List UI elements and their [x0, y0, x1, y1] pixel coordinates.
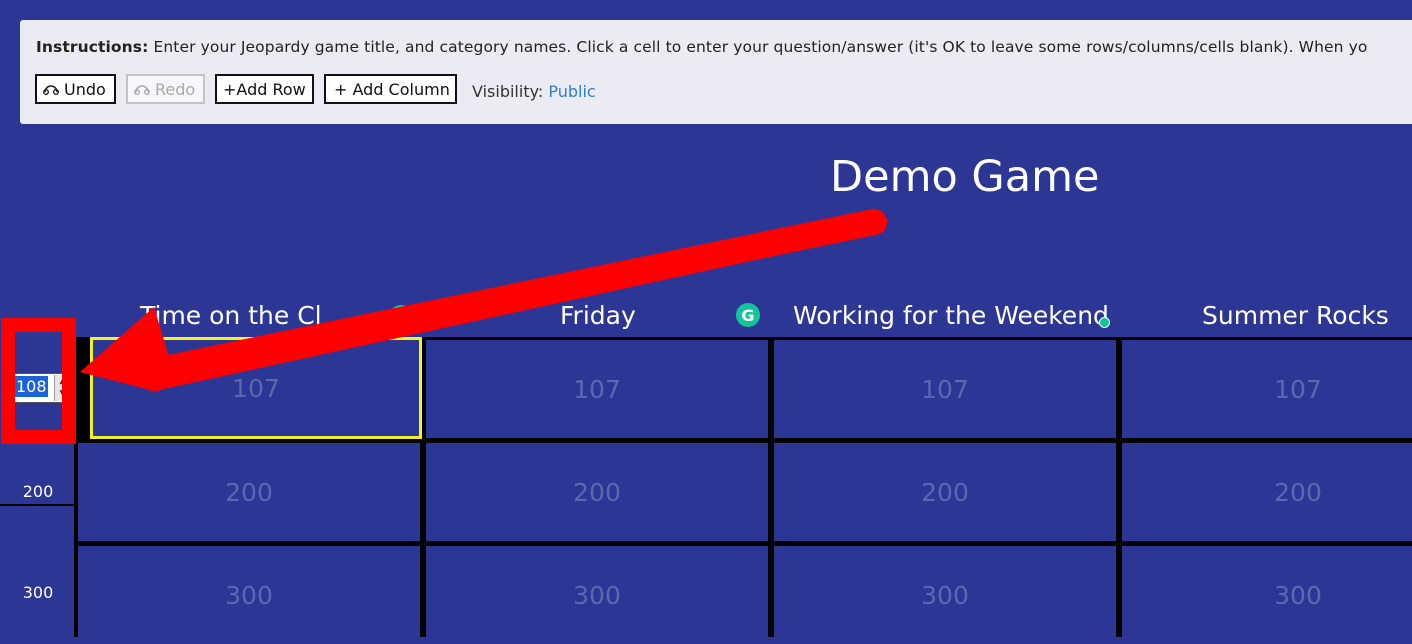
board-cell[interactable]: 300	[426, 546, 768, 644]
row-label[interactable]: 300	[0, 583, 76, 602]
game-board: 107 107 107 107 200 200 200 200 300 300 …	[74, 337, 1412, 644]
board-cell[interactable]: 107	[774, 340, 1116, 438]
board-cell[interactable]: 200	[78, 443, 420, 541]
category-header-4[interactable]: Summer Rocks	[1202, 301, 1389, 330]
spinner-down-icon[interactable]: ▼	[55, 388, 71, 401]
row-label[interactable]: 200	[0, 482, 76, 501]
board-cell[interactable]: 200	[774, 443, 1116, 541]
redo-label: Redo	[155, 79, 196, 99]
game-title[interactable]: Demo Game	[830, 152, 1099, 202]
board-cell[interactable]: 300	[1122, 546, 1412, 644]
board-cell[interactable]: 300	[78, 546, 420, 644]
add-row-button[interactable]: +Add Row	[215, 74, 314, 104]
instructions-label: Instructions:	[36, 38, 149, 56]
visibility-setting: Visibility: Public	[472, 82, 596, 101]
add-column-button[interactable]: + Add Column	[324, 74, 457, 104]
undo-button[interactable]: Undo	[35, 74, 116, 104]
instructions-text: Instructions: Enter your Jeopardy game t…	[36, 38, 1367, 56]
toolbar-panel: Instructions: Enter your Jeopardy game t…	[20, 20, 1412, 124]
board-cell[interactable]: 200	[426, 443, 768, 541]
board-cell[interactable]: 300	[774, 546, 1116, 644]
number-spinner[interactable]: ▲ ▼	[54, 375, 71, 401]
board-cell[interactable]: 200	[1122, 443, 1412, 541]
grammarly-icon[interactable]: G	[736, 303, 760, 327]
instructions-body: Enter your Jeopardy game title, and cate…	[153, 38, 1368, 56]
add-row-label: +Add Row	[223, 79, 306, 99]
row-divider	[0, 504, 76, 506]
visibility-link[interactable]: Public	[548, 82, 595, 101]
redo-icon	[134, 85, 150, 95]
redo-button[interactable]: Redo	[126, 74, 205, 104]
board-cell[interactable]: 107	[426, 340, 768, 438]
board-cell[interactable]: 107	[90, 337, 422, 439]
spinner-up-icon[interactable]: ▲	[55, 375, 71, 388]
undo-icon	[43, 85, 59, 95]
grammarly-indicator-icon	[1099, 317, 1110, 328]
category-header-3[interactable]: Working for the Weekend	[793, 301, 1109, 330]
row-value-input-text: 108	[15, 376, 48, 397]
category-header-2[interactable]: Friday	[560, 301, 636, 330]
add-column-label: + Add Column	[334, 79, 450, 99]
visibility-label: Visibility:	[472, 82, 544, 101]
board-cell[interactable]: 107	[1122, 340, 1412, 438]
category-header-1[interactable]: Time on the Cl	[140, 301, 322, 330]
grammarly-icon[interactable]: G	[389, 305, 413, 329]
row-value-input[interactable]: 108 ▲ ▼	[13, 373, 73, 403]
undo-label: Undo	[64, 79, 106, 99]
